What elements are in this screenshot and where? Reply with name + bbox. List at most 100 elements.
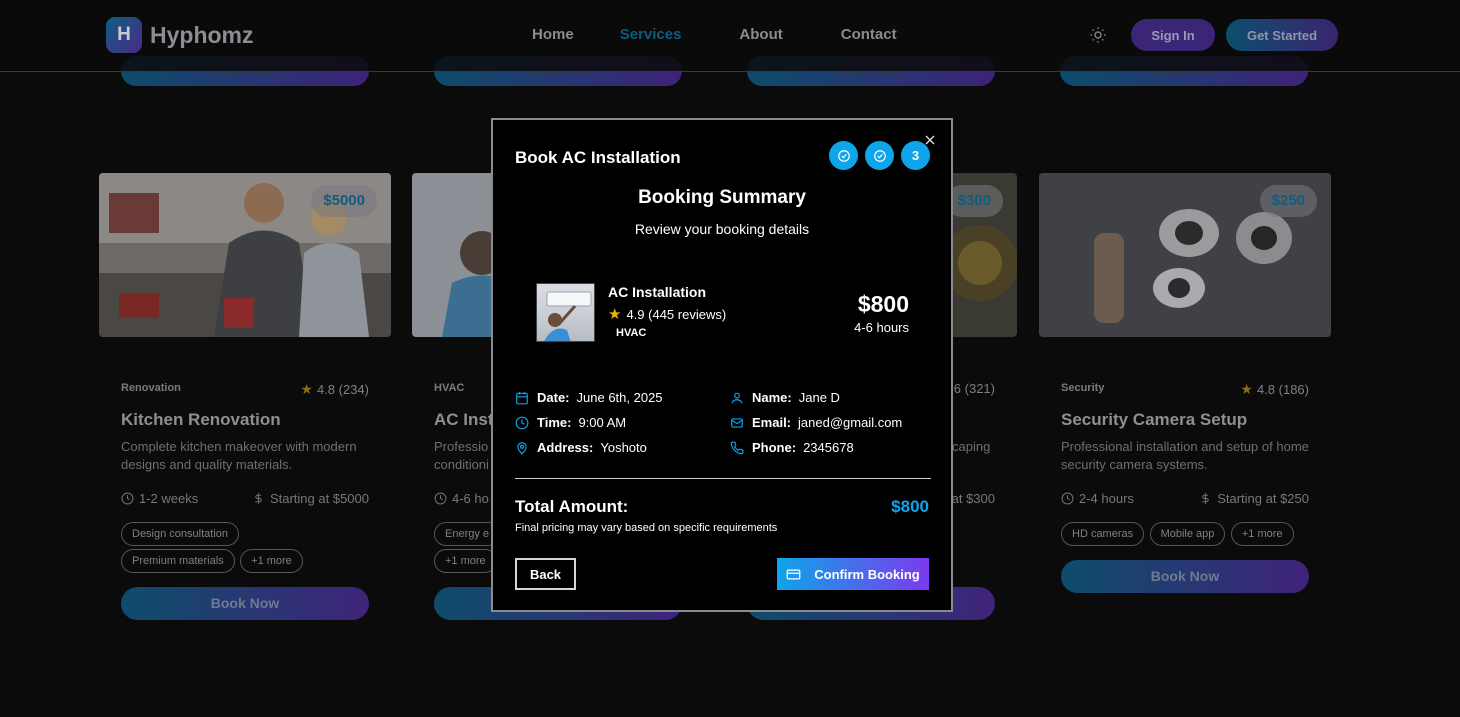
service-name: AC Installation xyxy=(608,284,707,300)
credit-card-icon xyxy=(786,569,801,579)
duration: 2-4 hours xyxy=(1061,491,1134,506)
phone-icon xyxy=(730,441,744,454)
total-label: Total Amount: xyxy=(515,497,629,516)
service-category: HVAC xyxy=(616,327,647,339)
duration-value: 4-6 ho xyxy=(452,491,489,506)
star-icon: ★ xyxy=(300,381,313,397)
detail-time: Time: 9:00 AM xyxy=(515,415,626,430)
rating-value: 4.8 (234) xyxy=(316,382,369,397)
check-circle-icon xyxy=(873,149,886,162)
service-duration: 4-6 hours xyxy=(854,320,909,335)
time-value: 9:00 AM xyxy=(578,415,627,430)
clock-icon xyxy=(515,416,529,429)
logo[interactable]: H Hyphomz xyxy=(106,17,254,53)
star-icon: ★ xyxy=(608,306,622,323)
calendar-icon xyxy=(516,391,528,404)
phone-label: Phone: xyxy=(752,440,797,455)
feature-tag: HD cameras xyxy=(1061,522,1145,546)
book-now-button[interactable]: Book Now xyxy=(121,587,369,620)
more-tag[interactable]: +1 more xyxy=(1230,522,1294,546)
confirm-booking-label: Confirm Booking xyxy=(814,566,920,582)
nav-services[interactable]: Services xyxy=(620,26,682,43)
duration-value: 1-2 weeks xyxy=(139,491,199,506)
time-label: Time: xyxy=(537,415,572,430)
pricing-note: Final pricing may vary based on specific… xyxy=(515,522,778,534)
category-label: Renovation xyxy=(121,382,181,394)
divider xyxy=(515,478,931,479)
nav-contact[interactable]: Contact xyxy=(841,26,897,43)
logo-mark: H xyxy=(106,17,142,53)
total-value: $800 xyxy=(891,497,929,516)
get-started-button[interactable]: Get Started xyxy=(1226,19,1338,51)
summary-title: Booking Summary xyxy=(638,187,806,208)
feature-tags: Design consultation Premium materials +1… xyxy=(121,522,381,576)
detail-name: Name: Jane D xyxy=(730,390,840,405)
duration: 1-2 weeks xyxy=(121,491,198,506)
sign-in-button[interactable]: Sign In xyxy=(1131,19,1215,51)
rating-value: 6 (321) xyxy=(953,381,995,396)
dollar-icon xyxy=(1202,493,1209,504)
feature-tag: Premium materials xyxy=(121,549,235,573)
detail-date: Date: June 6th, 2025 xyxy=(515,390,663,405)
more-tag[interactable]: +1 more xyxy=(434,549,497,573)
duration-value: 2-4 hours xyxy=(1079,491,1134,506)
nav-about[interactable]: About xyxy=(739,26,782,43)
rating: ★ 4.8 (234) xyxy=(300,381,369,398)
nav-home[interactable]: Home xyxy=(532,26,574,43)
book-now-button[interactable]: Book Now xyxy=(1061,560,1309,593)
feature-tag: Design consultation xyxy=(121,522,240,546)
service-thumbnail xyxy=(536,283,595,342)
summary-subtitle: Review your booking details xyxy=(634,221,810,237)
address-value: Yoshoto xyxy=(600,440,647,455)
card-title: Kitchen Renovation xyxy=(121,410,281,429)
card-title: Security Camera Setup xyxy=(1061,410,1248,429)
feature-tags: HD cameras Mobile app +1 more xyxy=(1061,522,1321,549)
starting-price-value: at $300 xyxy=(951,491,995,506)
date-label: Date: xyxy=(537,390,570,405)
detail-phone: Phone: 2345678 xyxy=(730,440,854,455)
detail-email: Email: janed@gmail.com xyxy=(730,415,902,430)
detail-address: Address: Yoshoto xyxy=(515,440,647,455)
site-header: H Hyphomz Home Services About Contact Si… xyxy=(0,0,1460,72)
step-indicator: 3 xyxy=(829,141,937,170)
booking-modal: Book AC Installation 3 Booking Summary R… xyxy=(491,118,953,612)
price-badge: $5000 xyxy=(311,185,377,217)
modal-title: Book AC Installation xyxy=(515,148,681,167)
brand-name: Hyphomz xyxy=(150,21,254,48)
phone-value: 2345678 xyxy=(803,440,854,455)
service-rating-value: 4.9 (445 reviews) xyxy=(626,306,727,322)
rating-value: 4.8 (186) xyxy=(1256,382,1309,397)
card-description: Professional installation and setup of h… xyxy=(1061,439,1309,472)
card-description: Complete kitchen makeover with modern de… xyxy=(121,439,357,472)
mail-icon xyxy=(731,417,743,428)
card-title: AC Inst xyxy=(434,410,494,429)
starting-price-value: Starting at $250 xyxy=(1217,491,1309,506)
price-badge: $300 xyxy=(945,185,1003,217)
category-label: HVAC xyxy=(434,382,465,394)
price-badge: $250 xyxy=(1259,185,1317,217)
back-button[interactable]: Back xyxy=(515,558,576,590)
check-circle-icon xyxy=(837,149,850,162)
address-label: Address: xyxy=(537,440,594,455)
more-tag[interactable]: +1 more xyxy=(240,549,303,573)
date-value: June 6th, 2025 xyxy=(576,390,663,405)
category-label: Security xyxy=(1061,382,1105,394)
rating: 6 (321) xyxy=(954,381,995,396)
step-current: 3 xyxy=(901,141,930,170)
map-pin-icon xyxy=(517,441,527,455)
clock-icon xyxy=(1061,492,1074,505)
sun-icon[interactable] xyxy=(1089,26,1107,44)
duration: 4-6 ho xyxy=(434,491,489,506)
clock-icon xyxy=(434,492,447,505)
service-card-kitchen: $5000 Renovation ★ 4.8 (234) Kitchen Reno… xyxy=(99,173,391,643)
starting-price: Starting at $250 xyxy=(1199,491,1309,506)
main-nav: Home Services About Contact xyxy=(532,26,897,43)
confirm-booking-button[interactable]: Confirm Booking xyxy=(777,558,929,590)
service-price: $800 xyxy=(857,291,909,317)
name-value: Jane D xyxy=(798,390,840,405)
dollar-icon xyxy=(255,493,262,504)
feature-tag: Mobile app xyxy=(1149,522,1226,546)
step-complete xyxy=(865,141,894,170)
name-label: Name: xyxy=(752,390,792,405)
rating: ★ 4.8 (186) xyxy=(1240,381,1309,398)
